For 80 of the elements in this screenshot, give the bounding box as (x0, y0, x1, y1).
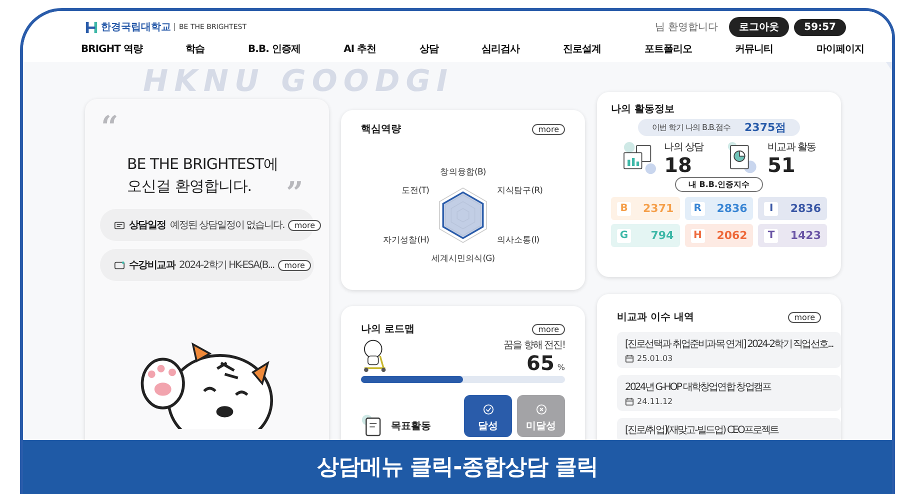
index-value: 2371 (643, 202, 674, 215)
monitor-icon (114, 260, 125, 270)
radar-axis-label: 세계시민의식(G) (431, 254, 495, 264)
logo-icon (85, 20, 98, 34)
history-item[interactable]: 2024년 G-HOP 대학창업연합 창업캠프 24.11.12 (617, 375, 841, 411)
history-date: 24.11.12 (637, 397, 673, 406)
session-timer: 59:57 (794, 18, 846, 36)
more-button[interactable]: more (278, 260, 311, 270)
score-label: 이번 학기 나의 B.B.점수 (652, 122, 731, 133)
logo-text[interactable]: 한경국립대학교 (101, 20, 171, 34)
radar-axis-label: 창의융합(B) (440, 167, 486, 178)
history-title: [진로선택과 취업준비과목 연계] 2024-2학기 직업선호... (625, 338, 833, 351)
index-value: 2062 (716, 229, 748, 242)
x-circle-icon (536, 404, 546, 415)
card-title: 비교과 이수 내역 (617, 311, 694, 324)
score-value: 2375점 (744, 120, 786, 135)
check-circle-icon (482, 404, 494, 415)
nav-menu-item[interactable]: 학습 (186, 42, 205, 56)
nav-menu-item[interactable]: 마이페이지 (816, 42, 864, 56)
index-value: 794 (650, 229, 674, 242)
message-icon (114, 220, 125, 230)
nav-menu-item[interactable]: 포트폴리오 (644, 42, 692, 56)
greeting-text: 님 환영합니다 (654, 21, 718, 34)
nav-menu-item[interactable]: 심리검사 (482, 42, 520, 56)
tiger-on-scooter-drawing (361, 338, 387, 374)
index-letter: I (764, 202, 778, 216)
index-heading: 내 B.B.인증지수 (675, 177, 763, 192)
radar-axis-label: 도전(T) (401, 186, 429, 196)
clipboard-chart-icon (622, 142, 658, 174)
more-button[interactable]: more (288, 220, 322, 230)
history-date: 25.01.03 (637, 354, 673, 363)
index-letter: R (690, 202, 705, 216)
radar-axis-label: 자기성찰(H) (382, 235, 429, 246)
nav-menu-item[interactable]: B.B. 인증제 (248, 42, 300, 56)
summary-text: 2024-2학기 HK-ESA(B... (179, 259, 274, 272)
card-title: 나의 로드맵 (361, 323, 414, 336)
stat-label: 비교과 활동 (767, 141, 816, 154)
stat-value: 18 (664, 154, 693, 176)
more-button[interactable]: more (532, 324, 565, 334)
card-title: 핵심역량 (361, 123, 401, 136)
calendar-icon (625, 354, 634, 363)
goal-activity-label: 목표활동 (391, 420, 431, 433)
nav-menu-item[interactable]: 커뮤니티 (735, 42, 774, 56)
quote-mark: “ (101, 113, 118, 143)
logout-button[interactable]: 로그아웃 (729, 17, 790, 37)
nav-menu-item[interactable]: AI 추천 (344, 42, 376, 56)
more-button[interactable]: more (788, 312, 821, 322)
history-item[interactable]: [진로/취업](재맞고-빌드업) CEO프로젝트 (617, 418, 841, 442)
welcome-heading: BE THE BRIGHTEST에 (127, 154, 278, 175)
history-item[interactable]: [진로선택과 취업준비과목 연계] 2024-2학기 직업선호... 25.01.03 (617, 332, 841, 368)
status-filter-button[interactable]: 달성 (464, 395, 512, 437)
radar-axis-label: 의사소통(I) (497, 235, 540, 246)
quote-mark: ” (286, 179, 304, 209)
summary-label: 상담일정 (129, 219, 166, 232)
summary-text: 예정된 상담일정이 없습니다. (170, 219, 284, 232)
radar-axis-label: 지식탐구(R) (497, 186, 543, 196)
nav-menu-item[interactable]: 상담 (419, 42, 438, 56)
index-letter: T (764, 228, 778, 242)
progress-caption: 꿈을 향해 전진! (504, 339, 565, 352)
index-letter: G (617, 228, 631, 242)
stat-value: 51 (767, 154, 796, 176)
radar-chart-drawing (439, 188, 487, 243)
history-title: [진로/취업](재맞고-빌드업) CEO프로젝트 (625, 424, 780, 437)
index-letter: B (617, 202, 631, 216)
calendar-icon (625, 397, 634, 406)
summary-label: 수강비교과 (129, 259, 176, 272)
index-value: 1423 (790, 229, 821, 242)
nav-menu-item[interactable]: BRIGHT 역량 (81, 42, 142, 56)
percent-unit: % (557, 363, 565, 372)
progress-percent: 65 (526, 352, 554, 374)
index-letter: H (690, 228, 705, 242)
index-value: 2836 (790, 202, 821, 215)
index-value: 2836 (716, 202, 748, 215)
card-title: 나의 활동정보 (611, 103, 676, 116)
welcome-heading: 오신걸 환영합니다. (127, 176, 253, 197)
caption-text: 상담메뉴 클릭-종합상담 클릭 (317, 454, 598, 482)
nav-menu-item[interactable]: 진로설계 (563, 42, 601, 56)
stat-label: 나의 상담 (664, 141, 704, 154)
more-button[interactable]: more (532, 124, 565, 134)
history-title: 2024년 G-HOP 대학창업연합 창업캠프 (625, 381, 772, 394)
